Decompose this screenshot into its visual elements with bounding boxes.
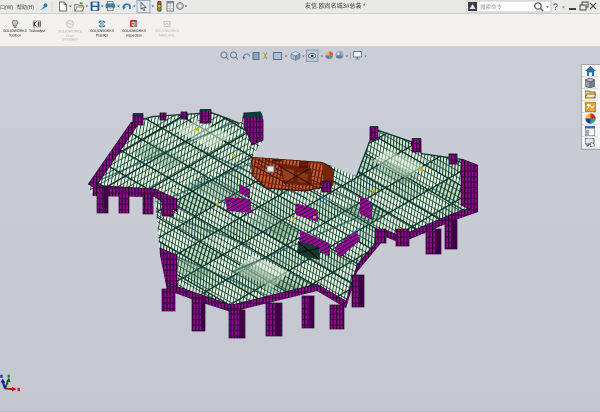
svg-text:?: ?	[553, 2, 558, 12]
svg-text:友信.欧尚名城3#总装 *: 友信.欧尚名城3#总装 *	[305, 2, 366, 10]
svg-text:搜索命令: 搜索命令	[480, 3, 503, 11]
